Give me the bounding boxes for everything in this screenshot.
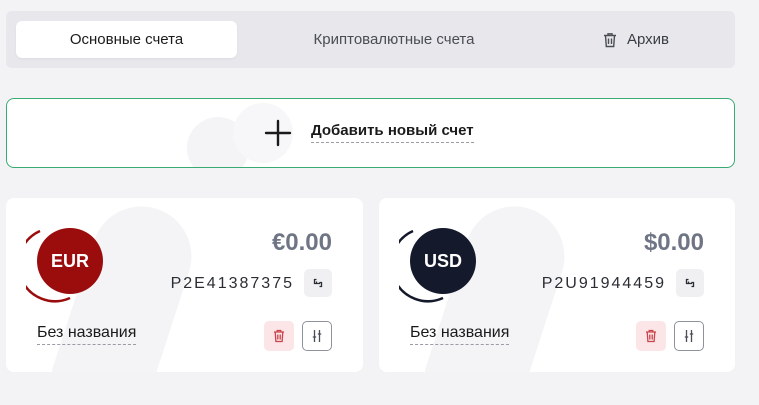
account-balance: $0.00 — [643, 229, 704, 256]
account-settings-button[interactable] — [302, 321, 332, 351]
account-name[interactable]: Без названия — [37, 324, 137, 345]
account-balance: €0.00 — [271, 229, 332, 256]
tab-archive[interactable]: Архив — [551, 21, 721, 58]
trash-icon — [274, 329, 284, 343]
copy-number-button[interactable] — [304, 269, 332, 297]
add-account-button[interactable]: Добавить новый счет — [6, 98, 735, 168]
account-number: P2U91944459 — [541, 275, 666, 292]
copy-icon — [313, 278, 323, 288]
tab-label: Криптовалютные счета — [313, 31, 475, 48]
currency-badge: EUR — [26, 226, 104, 304]
tab-label: Архив — [626, 31, 670, 48]
sliders-icon — [684, 330, 694, 342]
account-name[interactable]: Без названия — [410, 324, 510, 345]
account-card-eur: EUR €0.00 P2E41387375 Без названия — [6, 198, 363, 372]
currency-code: USD — [410, 228, 476, 294]
account-number: P2E41387375 — [170, 275, 294, 292]
copy-number-button[interactable] — [676, 269, 704, 297]
sliders-icon — [312, 330, 322, 342]
trash-icon — [603, 32, 616, 47]
add-account-label: Добавить новый счет — [311, 122, 474, 143]
tab-main-accounts[interactable]: Основные счета — [16, 21, 237, 58]
account-tabs: Основные счета Криптовалютные счета Архи… — [6, 11, 735, 68]
plus-icon — [264, 119, 292, 147]
account-card-usd: USD $0.00 P2U91944459 Без названия — [379, 198, 735, 372]
currency-badge: USD — [399, 226, 477, 304]
tab-crypto-accounts[interactable]: Криптовалютные счета — [259, 21, 529, 58]
delete-account-button[interactable] — [264, 321, 294, 351]
tab-label: Основные счета — [69, 31, 184, 48]
copy-icon — [685, 278, 695, 288]
trash-icon — [646, 329, 656, 343]
account-settings-button[interactable] — [674, 321, 704, 351]
delete-account-button[interactable] — [636, 321, 666, 351]
currency-code: EUR — [37, 228, 103, 294]
